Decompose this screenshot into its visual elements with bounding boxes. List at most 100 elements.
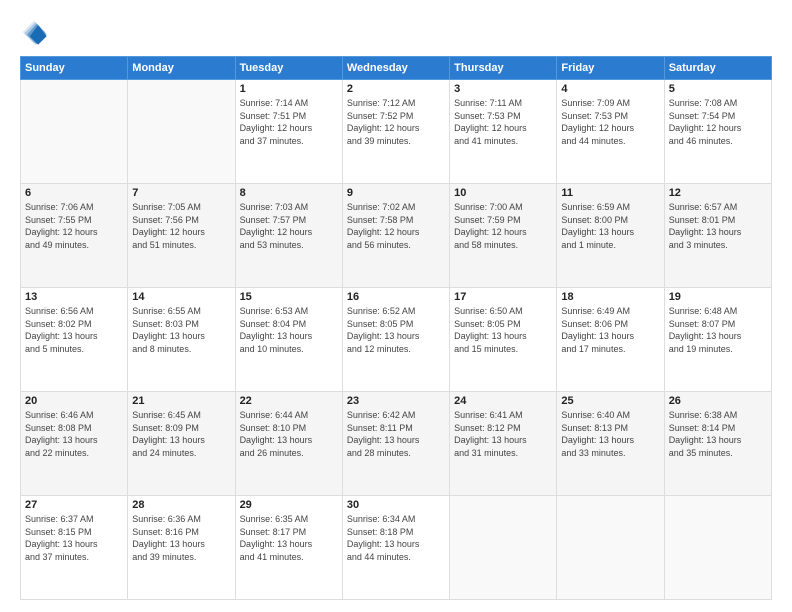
- day-info: Sunrise: 7:05 AM Sunset: 7:56 PM Dayligh…: [132, 201, 230, 251]
- calendar-cell: 23Sunrise: 6:42 AM Sunset: 8:11 PM Dayli…: [342, 392, 449, 496]
- calendar-cell: 13 Sunrise: 6:56 AM Sunset: 8:02 PM Dayli…: [21, 288, 128, 392]
- day-info: Sunrise: 6:50 AM Sunset: 8:05 PM Dayligh…: [454, 305, 552, 355]
- day-number: 3: [454, 83, 552, 95]
- day-number: 30: [347, 499, 445, 511]
- page: SundayMondayTuesdayWednesdayThursdayFrid…: [0, 0, 792, 612]
- day-info: Sunrise: 7:14 AM Sunset: 7:51 PM Dayligh…: [240, 97, 338, 147]
- calendar-cell: 15 Sunrise: 6:53 AM Sunset: 8:04 PM Dayli…: [235, 288, 342, 392]
- day-number: 16: [347, 291, 445, 303]
- calendar-cell: 6Sunrise: 7:06 AM Sunset: 7:55 PM Daylig…: [21, 184, 128, 288]
- calendar-cell: 29 Sunrise: 6:35 AM Sunset: 8:17 PM Dayli…: [235, 496, 342, 600]
- calendar-cell: 30 Sunrise: 6:34 AM Sunset: 8:18 PM Dayli…: [342, 496, 449, 600]
- day-of-week-header: Friday: [557, 57, 664, 80]
- day-info: Sunrise: 6:40 AM Sunset: 8:13 PM Dayligh…: [561, 409, 659, 459]
- day-info: Sunrise: 6:37 AM Sunset: 8:15 PM Dayligh…: [25, 513, 123, 563]
- calendar-cell: [450, 496, 557, 600]
- day-number: 5: [669, 83, 767, 95]
- day-info: Sunrise: 6:55 AM Sunset: 8:03 PM Dayligh…: [132, 305, 230, 355]
- day-number: 27: [25, 499, 123, 511]
- calendar-cell: 14 Sunrise: 6:55 AM Sunset: 8:03 PM Dayli…: [128, 288, 235, 392]
- day-of-week-header: Wednesday: [342, 57, 449, 80]
- calendar-cell: 28 Sunrise: 6:36 AM Sunset: 8:16 PM Dayli…: [128, 496, 235, 600]
- calendar-cell: 26Sunrise: 6:38 AM Sunset: 8:14 PM Dayli…: [664, 392, 771, 496]
- calendar-cell: [21, 80, 128, 184]
- calendar-cell: 19 Sunrise: 6:48 AM Sunset: 8:07 PM Dayli…: [664, 288, 771, 392]
- calendar-cell: 21 Sunrise: 6:45 AM Sunset: 8:09 PM Dayli…: [128, 392, 235, 496]
- day-number: 18: [561, 291, 659, 303]
- day-info: Sunrise: 6:53 AM Sunset: 8:04 PM Dayligh…: [240, 305, 338, 355]
- day-number: 6: [25, 187, 123, 199]
- calendar-cell: 9 Sunrise: 7:02 AM Sunset: 7:58 PM Daylig…: [342, 184, 449, 288]
- day-info: Sunrise: 6:34 AM Sunset: 8:18 PM Dayligh…: [347, 513, 445, 563]
- day-number: 23: [347, 395, 445, 407]
- calendar-cell: 11 Sunrise: 6:59 AM Sunset: 8:00 PM Dayli…: [557, 184, 664, 288]
- calendar-cell: 25 Sunrise: 6:40 AM Sunset: 8:13 PM Dayli…: [557, 392, 664, 496]
- calendar-week-row: 1 Sunrise: 7:14 AM Sunset: 7:51 PM Daylig…: [21, 80, 772, 184]
- calendar-cell: 5 Sunrise: 7:08 AM Sunset: 7:54 PM Daylig…: [664, 80, 771, 184]
- day-info: Sunrise: 7:03 AM Sunset: 7:57 PM Dayligh…: [240, 201, 338, 251]
- day-info: Sunrise: 6:41 AM Sunset: 8:12 PM Dayligh…: [454, 409, 552, 459]
- day-number: 24: [454, 395, 552, 407]
- day-of-week-header: Sunday: [21, 57, 128, 80]
- day-number: 15: [240, 291, 338, 303]
- calendar-week-row: 20Sunrise: 6:46 AM Sunset: 8:08 PM Dayli…: [21, 392, 772, 496]
- calendar-cell: 10 Sunrise: 7:00 AM Sunset: 7:59 PM Dayli…: [450, 184, 557, 288]
- day-info: Sunrise: 7:09 AM Sunset: 7:53 PM Dayligh…: [561, 97, 659, 147]
- day-info: Sunrise: 7:00 AM Sunset: 7:59 PM Dayligh…: [454, 201, 552, 251]
- day-info: Sunrise: 7:12 AM Sunset: 7:52 PM Dayligh…: [347, 97, 445, 147]
- day-number: 12: [669, 187, 767, 199]
- day-of-week-header: Thursday: [450, 57, 557, 80]
- day-info: Sunrise: 6:44 AM Sunset: 8:10 PM Dayligh…: [240, 409, 338, 459]
- day-number: 13: [25, 291, 123, 303]
- day-of-week-header: Monday: [128, 57, 235, 80]
- day-info: Sunrise: 7:02 AM Sunset: 7:58 PM Dayligh…: [347, 201, 445, 251]
- calendar-week-row: 27 Sunrise: 6:37 AM Sunset: 8:15 PM Dayli…: [21, 496, 772, 600]
- day-info: Sunrise: 7:11 AM Sunset: 7:53 PM Dayligh…: [454, 97, 552, 147]
- day-number: 2: [347, 83, 445, 95]
- day-number: 21: [132, 395, 230, 407]
- calendar-cell: 4 Sunrise: 7:09 AM Sunset: 7:53 PM Daylig…: [557, 80, 664, 184]
- day-number: 1: [240, 83, 338, 95]
- calendar: SundayMondayTuesdayWednesdayThursdayFrid…: [20, 56, 772, 600]
- day-number: 4: [561, 83, 659, 95]
- calendar-cell: 22Sunrise: 6:44 AM Sunset: 8:10 PM Dayli…: [235, 392, 342, 496]
- day-info: Sunrise: 6:45 AM Sunset: 8:09 PM Dayligh…: [132, 409, 230, 459]
- calendar-cell: [557, 496, 664, 600]
- calendar-cell: 12 Sunrise: 6:57 AM Sunset: 8:01 PM Dayli…: [664, 184, 771, 288]
- day-info: Sunrise: 6:56 AM Sunset: 8:02 PM Dayligh…: [25, 305, 123, 355]
- day-number: 26: [669, 395, 767, 407]
- day-number: 14: [132, 291, 230, 303]
- day-number: 28: [132, 499, 230, 511]
- day-of-week-header: Tuesday: [235, 57, 342, 80]
- day-number: 10: [454, 187, 552, 199]
- day-number: 9: [347, 187, 445, 199]
- day-number: 8: [240, 187, 338, 199]
- calendar-week-row: 13 Sunrise: 6:56 AM Sunset: 8:02 PM Dayli…: [21, 288, 772, 392]
- day-info: Sunrise: 6:52 AM Sunset: 8:05 PM Dayligh…: [347, 305, 445, 355]
- calendar-week-row: 6Sunrise: 7:06 AM Sunset: 7:55 PM Daylig…: [21, 184, 772, 288]
- day-number: 11: [561, 187, 659, 199]
- calendar-cell: [128, 80, 235, 184]
- logo: [20, 18, 52, 46]
- calendar-cell: 24 Sunrise: 6:41 AM Sunset: 8:12 PM Dayli…: [450, 392, 557, 496]
- day-number: 29: [240, 499, 338, 511]
- day-info: Sunrise: 6:59 AM Sunset: 8:00 PM Dayligh…: [561, 201, 659, 251]
- day-of-week-header: Saturday: [664, 57, 771, 80]
- day-info: Sunrise: 6:46 AM Sunset: 8:08 PM Dayligh…: [25, 409, 123, 459]
- calendar-cell: 1 Sunrise: 7:14 AM Sunset: 7:51 PM Daylig…: [235, 80, 342, 184]
- calendar-cell: 17Sunrise: 6:50 AM Sunset: 8:05 PM Dayli…: [450, 288, 557, 392]
- day-info: Sunrise: 6:36 AM Sunset: 8:16 PM Dayligh…: [132, 513, 230, 563]
- day-number: 19: [669, 291, 767, 303]
- logo-icon: [20, 18, 48, 46]
- calendar-cell: 16 Sunrise: 6:52 AM Sunset: 8:05 PM Dayli…: [342, 288, 449, 392]
- calendar-cell: 2 Sunrise: 7:12 AM Sunset: 7:52 PM Daylig…: [342, 80, 449, 184]
- day-info: Sunrise: 6:48 AM Sunset: 8:07 PM Dayligh…: [669, 305, 767, 355]
- day-info: Sunrise: 6:35 AM Sunset: 8:17 PM Dayligh…: [240, 513, 338, 563]
- day-number: 25: [561, 395, 659, 407]
- header: [20, 18, 772, 46]
- day-info: Sunrise: 6:49 AM Sunset: 8:06 PM Dayligh…: [561, 305, 659, 355]
- calendar-cell: [664, 496, 771, 600]
- calendar-cell: 3 Sunrise: 7:11 AM Sunset: 7:53 PM Daylig…: [450, 80, 557, 184]
- day-info: Sunrise: 6:57 AM Sunset: 8:01 PM Dayligh…: [669, 201, 767, 251]
- day-info: Sunrise: 7:08 AM Sunset: 7:54 PM Dayligh…: [669, 97, 767, 147]
